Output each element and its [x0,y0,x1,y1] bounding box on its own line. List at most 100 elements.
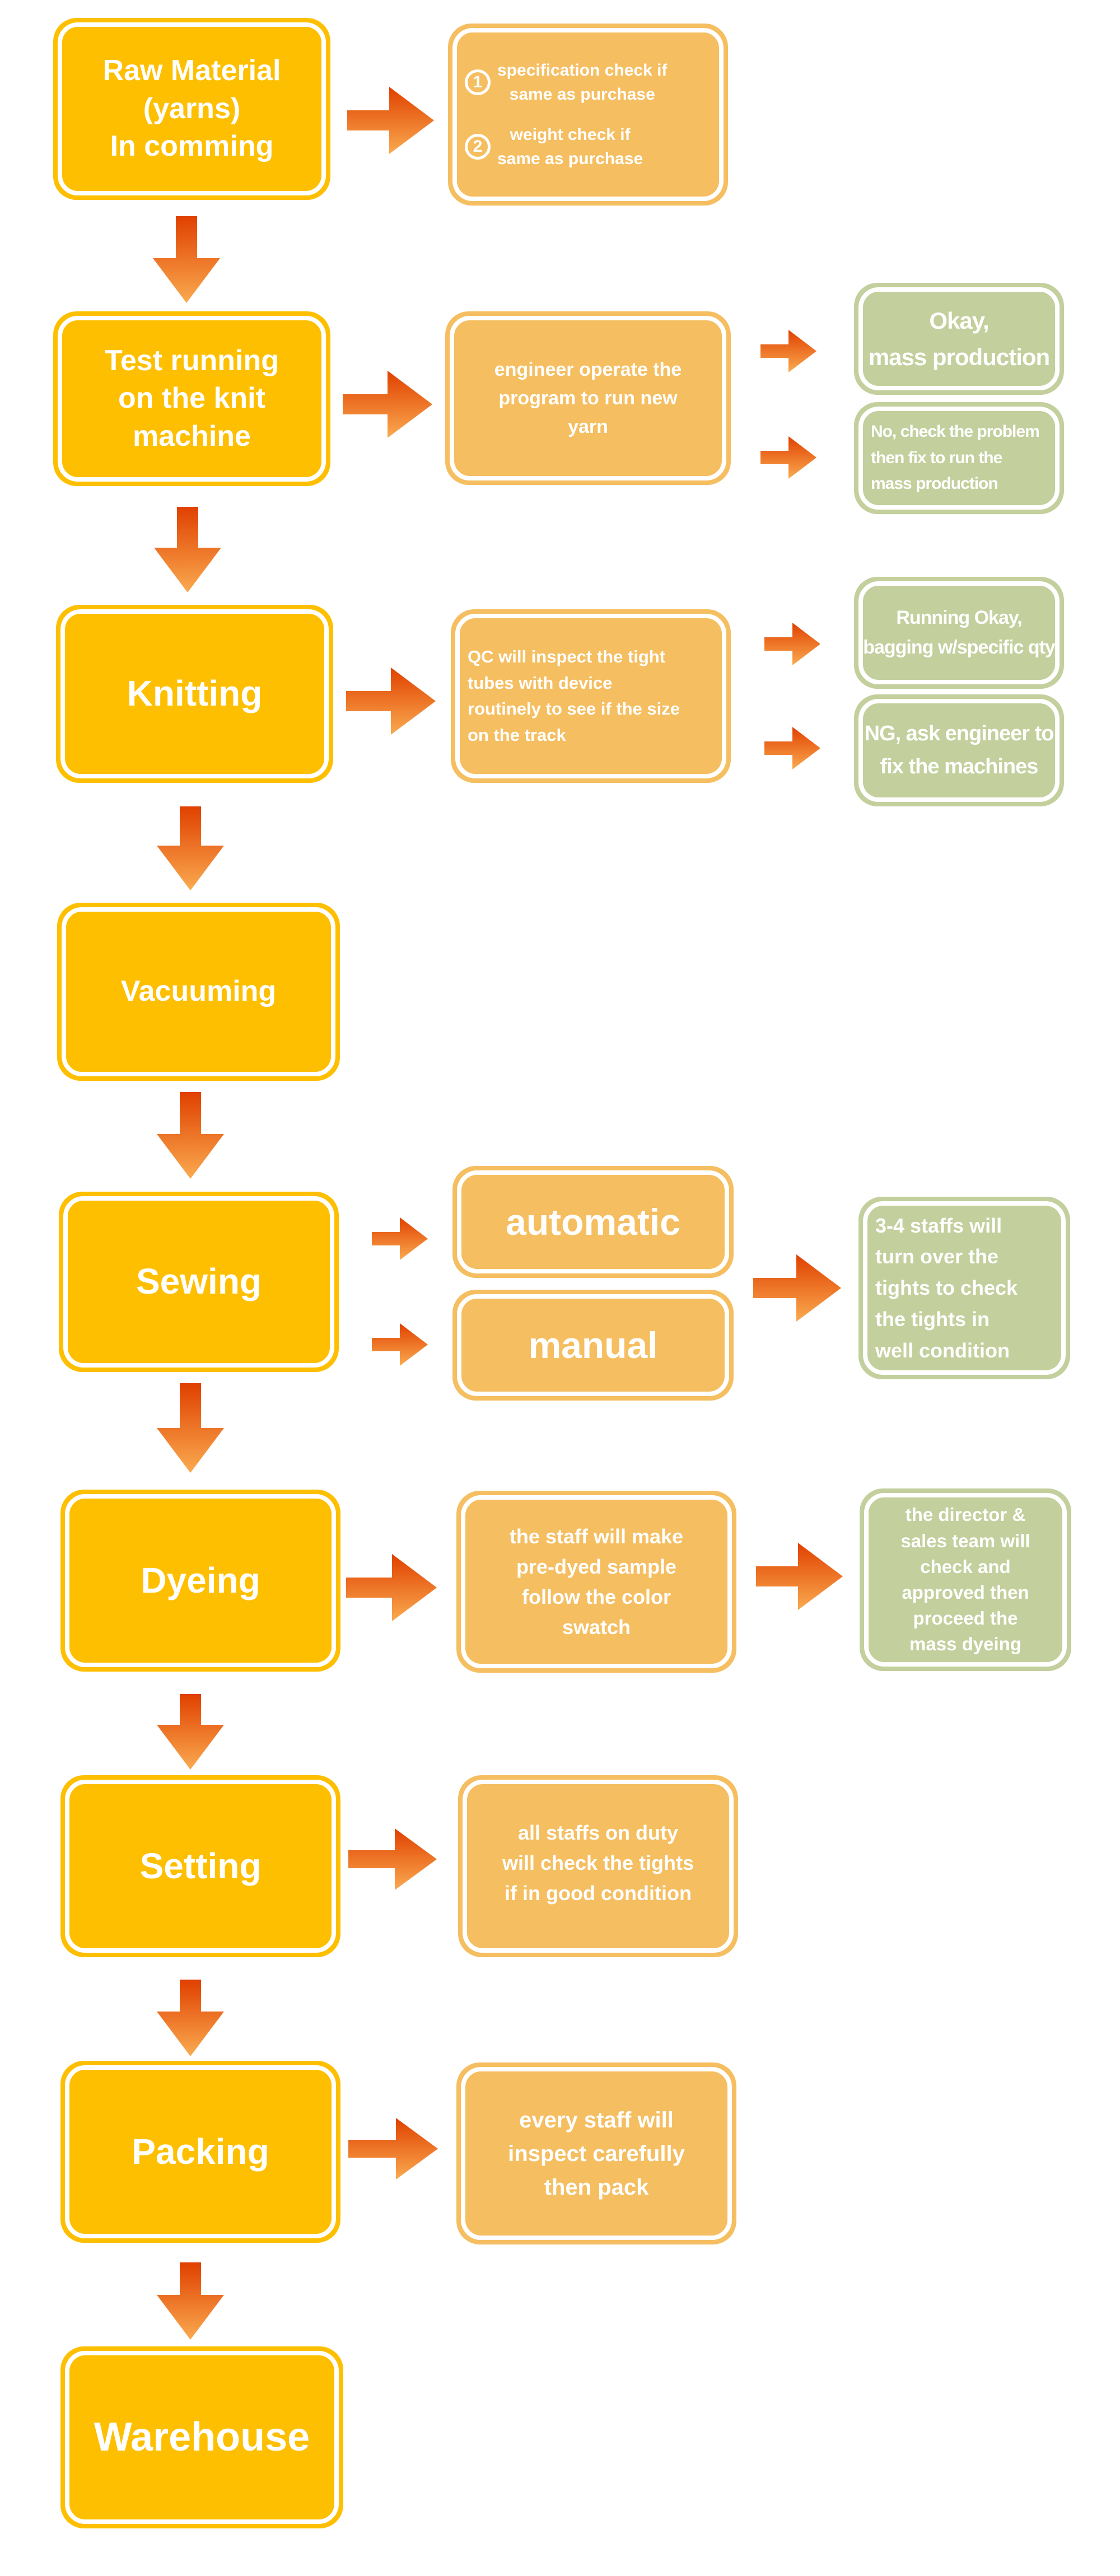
outcome-text-line: tights to check [875,1276,1018,1300]
outcome-text-line: then fix to run the [871,448,1002,467]
step-vacuuming: Vacuuming [57,903,340,1081]
arrow-right-icon [764,623,820,665]
detail-text-line: engineer operate the [494,358,682,380]
step-packing: Packing [60,2061,340,2243]
check-text-line: same as purchase [497,150,643,168]
step-label-line: Packing [132,2131,269,2172]
check-item-2: 2 weight check if same as purchase [465,123,711,171]
option-automatic: automatic [452,1166,734,1278]
outcome-text-line: turn over the [875,1245,999,1268]
arrow-right-icon [346,668,436,735]
step-label-line: Test running [104,344,279,377]
detail-test-running: engineer operate the program to run new … [445,311,731,485]
step-label-line: machine [133,419,251,452]
detail-text-line: QC will inspect the tight [468,647,666,666]
outcome-text-line: No, check the problem [871,422,1040,441]
detail-setting-check: all staffs on duty will check the tights… [458,1775,738,1957]
check-text-line: weight check if [510,125,631,144]
step-dyeing: Dyeing [60,1490,340,1672]
step-label-line: Raw Material [102,54,281,87]
arrow-right-icon [760,436,816,479]
arrow-right-icon [348,2118,438,2180]
arrow-right-icon [372,1323,428,1366]
detail-text-line: tubes with device [468,673,613,693]
outcome-sewing-check: 3-4 staffs will turn over the tights to … [858,1197,1070,1379]
step-label-line: Setting [139,1845,262,1886]
detail-text-line: if in good condition [505,1882,692,1905]
arrow-down-icon [157,1383,224,1473]
outcome-text-line: fix the machines [880,755,1039,778]
outcome-knitting-okay: Running Okay, bagging w/specific qty [854,577,1064,689]
detail-text-line: program to run new [498,387,678,409]
option-label: automatic [506,1201,680,1243]
outcome-text-line: mass production [868,344,1050,370]
arrow-down-icon [154,507,221,592]
outcome-text-line: approved then [902,1582,1029,1603]
outcome-text-line: well condition [875,1338,1010,1362]
outcome-text-line: bagging w/specific qty [863,637,1056,658]
arrow-right-icon [760,330,816,372]
outcome-text-line: Running Okay, [896,607,1022,629]
detail-packing-inspect: every staff will inspect carefully then … [456,2062,736,2244]
arrow-right-icon [346,1554,437,1621]
arrow-right-icon [347,87,434,154]
detail-text-line: will check the tights [502,1851,694,1874]
step-raw-material: Raw Material (yarns) In comming [53,18,330,200]
arrow-right-icon [372,1217,428,1260]
detail-text-line: yarn [568,416,608,437]
arrow-right-icon [343,371,432,438]
outcome-text-line: check and [920,1556,1011,1577]
step-label-line: In comming [110,130,274,163]
detail-text-line: follow the color [521,1585,671,1608]
detail-text-line: on the track [468,725,566,745]
number-2-circle-icon: 2 [465,134,491,160]
detail-text-line: swatch [562,1615,631,1639]
step-setting: Setting [60,1775,340,1957]
number-1-circle-icon: 1 [465,69,491,95]
step-knitting: Knitting [56,605,333,783]
outcome-text-line: the director & [905,1504,1026,1525]
check-text-line: same as purchase [509,85,655,104]
arrow-right-icon [756,1543,843,1610]
check-text-line: specification check if [497,60,668,80]
detail-text-line: routinely to see if the size [468,699,680,718]
outcome-text-line: mass production [871,474,998,493]
outcome-text-line: mass dyeing [909,1634,1021,1655]
detail-dyeing-sample: the staff will make pre-dyed sample foll… [456,1491,736,1673]
check-item-1: 1 specification check if same as purchas… [465,58,711,107]
step-label-line: on the knit [118,382,265,415]
detail-raw-material-checks: 1 specification check if same as purchas… [448,24,728,206]
option-label: manual [528,1324,658,1366]
arrow-down-icon [157,1980,224,2056]
step-label-line: Dyeing [141,1560,260,1600]
outcome-text-line: 3-4 staffs will [875,1214,1002,1237]
arrow-right-icon [348,1828,437,1890]
detail-text-line: every staff will [519,2107,674,2132]
step-sewing: Sewing [59,1192,339,1372]
option-manual: manual [452,1290,734,1401]
detail-text-line: the staff will make [509,1524,684,1548]
arrow-down-icon [157,2262,224,2340]
outcome-text-line: Okay, [929,307,989,334]
arrow-right-icon [764,727,820,769]
arrow-down-icon [157,1092,224,1179]
step-test-running: Test running on the knit machine [53,311,330,486]
detail-text-line: all staffs on duty [517,1821,678,1844]
outcome-text-line: the tights in [875,1307,990,1331]
arrow-down-icon [157,806,224,890]
detail-text-line: then pack [544,2174,649,2200]
outcome-test-no: No, check the problem then fix to run th… [854,402,1064,514]
step-label-line: Sewing [136,1261,262,1302]
arrow-right-icon [753,1254,841,1322]
outcome-dyeing-approval: the director & sales team will check and… [860,1488,1071,1671]
outcome-test-okay: Okay, mass production [854,283,1064,395]
outcome-text-line: proceed the [913,1608,1018,1629]
step-label-line: Warehouse [94,2414,310,2460]
outcome-text-line: sales team will [900,1530,1030,1551]
step-warehouse: Warehouse [60,2346,343,2528]
step-label-line: Knitting [127,673,263,714]
step-label-line: Vacuuming [120,975,277,1008]
outcome-text-line: NG, ask engineer to [864,722,1054,746]
arrow-down-icon [153,216,220,303]
arrow-down-icon [157,1694,224,1770]
